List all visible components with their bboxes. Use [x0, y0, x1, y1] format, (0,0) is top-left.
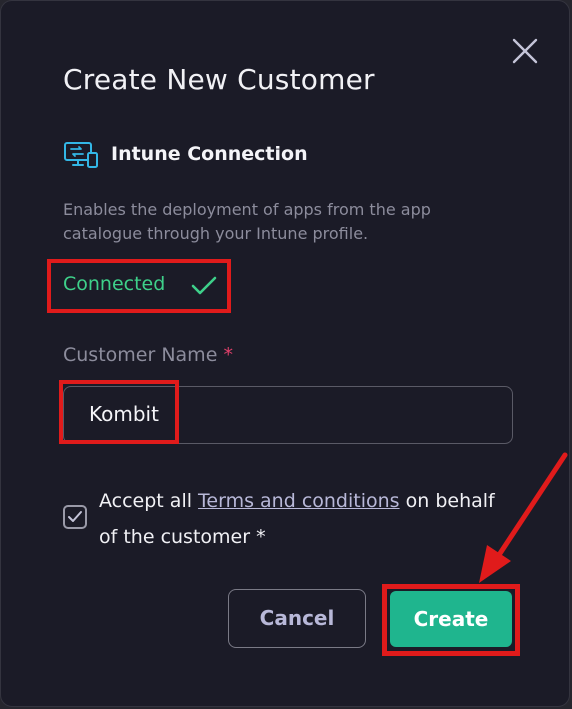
close-button[interactable] — [509, 35, 541, 67]
terms-checkbox[interactable] — [63, 505, 87, 529]
cancel-button[interactable]: Cancel — [228, 589, 366, 648]
terms-text-before: Accept all — [99, 490, 199, 512]
checkbox-check-icon — [68, 511, 82, 522]
connection-status: Connected — [63, 273, 166, 295]
dialog-title: Create New Customer — [63, 63, 375, 96]
section-description: Enables the deployment of apps from the … — [63, 200, 431, 243]
customer-name-highlight-box — [59, 380, 179, 444]
terms-text: Accept all Terms and conditions on behal… — [99, 483, 499, 555]
monitor-sync-icon — [63, 141, 99, 169]
customer-name-label-text: Customer Name — [63, 344, 218, 366]
check-icon — [190, 274, 218, 298]
create-button[interactable]: Create — [390, 591, 512, 647]
create-customer-dialog: Create New Customer Intune Connection En… — [0, 0, 570, 707]
red-arrow-annotation — [461, 449, 572, 589]
close-icon — [512, 38, 538, 64]
required-marker: * — [223, 344, 233, 366]
customer-name-label: Customer Name * — [63, 344, 233, 366]
terms-link[interactable]: Terms and conditions — [198, 490, 400, 512]
section-title: Intune Connection — [111, 143, 308, 165]
